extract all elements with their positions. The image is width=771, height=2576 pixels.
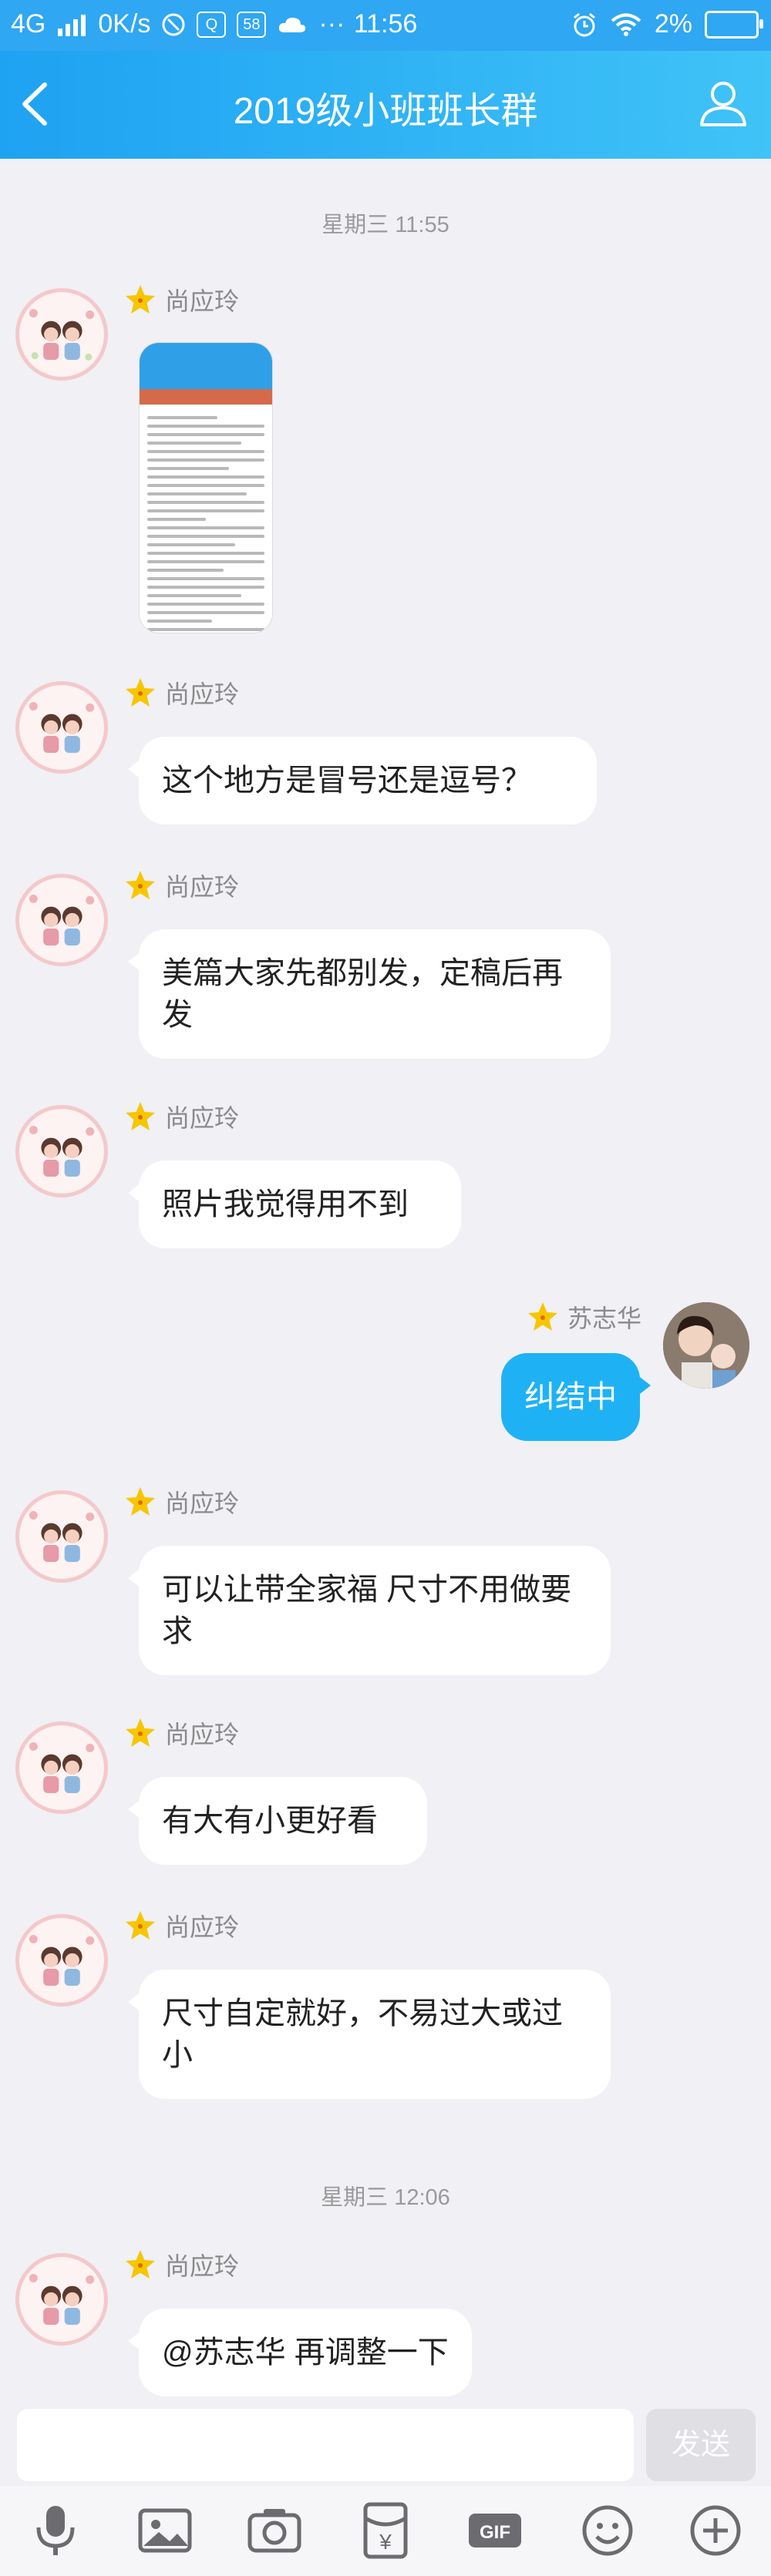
sender-name: 尚应玲 [123, 2247, 239, 2282]
avatar[interactable] [15, 288, 108, 381]
timestamp: 星期三 12:06 [321, 2185, 450, 2210]
self-avatar-image [663, 1302, 749, 1389]
avatar-image [20, 686, 103, 769]
avatar[interactable] [15, 1490, 108, 1583]
avatar[interactable] [15, 681, 108, 774]
avatar[interactable] [15, 1721, 108, 1814]
star-icon [126, 678, 155, 707]
battery-icon [705, 10, 763, 39]
avatar[interactable] [15, 1105, 108, 1197]
chat-area[interactable]: 星期三 11:55 尚应玲 尚应玲 这个地方是冒号还是逗号？ 尚应玲 美篇大家先… [0, 159, 771, 2401]
image-header [140, 343, 272, 389]
avatar[interactable] [15, 874, 108, 966]
emoji-icon[interactable] [578, 2501, 637, 2560]
message-bubble[interactable]: 照片我觉得用不到 [128, 1160, 461, 1248]
star-icon [126, 1102, 155, 1130]
camera-icon[interactable] [245, 2501, 304, 2560]
alarm-icon [573, 12, 595, 36]
message-bubble[interactable]: 有大有小更好看 [128, 1777, 427, 1865]
star-icon [126, 285, 155, 314]
star-icon [126, 871, 155, 899]
self-sender-name: 苏志华 [526, 1299, 641, 1335]
message-bubble[interactable]: 尺寸自定就好，不易过大或过小 [128, 1970, 611, 2099]
sender-name: 尚应玲 [123, 1484, 239, 1520]
red-packet-icon[interactable]: ¥ [356, 2501, 415, 2560]
input-toolbar: ¥ GIF [0, 2486, 771, 2576]
send-button[interactable]: 发送 [646, 2409, 756, 2481]
sender-name: 尚应玲 [123, 1908, 239, 1943]
message-bubble[interactable]: 美篇大家先都别发，定稿后再发 [128, 929, 611, 1059]
message-bubble[interactable]: @苏志华 再调整一下 [128, 2309, 472, 2396]
plus-icon[interactable] [686, 2501, 745, 2560]
sender-name: 尚应玲 [123, 868, 239, 903]
input-area: 发送 [0, 2401, 771, 2486]
self-message-bubble[interactable]: 纠结中 [501, 1353, 651, 1441]
sender-name: 尚应玲 [123, 675, 239, 710]
red-packet-symbol: ¥ [379, 2530, 392, 2554]
sender-name: 尚应玲 [123, 1715, 239, 1751]
image-banner [140, 389, 272, 405]
message-input[interactable] [17, 2409, 634, 2481]
message-bubble[interactable]: 可以让带全家福 尺寸不用做要求 [128, 1546, 611, 1675]
self-avatar[interactable] [663, 1302, 749, 1389]
avatar-image [20, 1726, 103, 1809]
image-message[interactable] [139, 342, 273, 633]
image-text-lines [140, 405, 272, 633]
timestamp: 星期三 11:55 [322, 213, 449, 237]
picture-icon[interactable] [136, 2501, 194, 2560]
avatar[interactable] [15, 2253, 108, 2346]
gif-label: GIF [480, 2522, 510, 2543]
avatar-image [20, 1495, 103, 1578]
sender-name: 尚应玲 [123, 1099, 239, 1134]
avatar-image [20, 1110, 103, 1193]
message-bubble[interactable]: 这个地方是冒号还是逗号？ [128, 737, 597, 825]
sender-name: 尚应玲 [123, 282, 239, 317]
group-members-icon[interactable] [695, 76, 751, 131]
mic-icon[interactable] [26, 2501, 85, 2560]
clock: 11:56 [353, 9, 418, 39]
star-icon [126, 1911, 155, 1940]
avatar-image [20, 293, 103, 376]
star-icon [126, 1487, 155, 1516]
avatar-image [20, 1919, 103, 2002]
star-icon [126, 2250, 155, 2279]
wifi-icon [611, 13, 641, 36]
title-bar: 2019级小班班长群 [0, 51, 771, 159]
star-icon [527, 1302, 557, 1331]
avatar-image [20, 878, 103, 962]
group-title: 2019级小班班长群 [233, 91, 538, 132]
status-bar: 4G 0K/s Q 58 ··· 11:56 2% [0, 0, 771, 51]
gif-icon[interactable]: GIF [466, 2501, 524, 2560]
avatar[interactable] [15, 1914, 108, 2007]
avatar-image [20, 2258, 103, 2341]
star-icon [126, 1718, 155, 1747]
battery-percent: 2% [654, 9, 692, 39]
